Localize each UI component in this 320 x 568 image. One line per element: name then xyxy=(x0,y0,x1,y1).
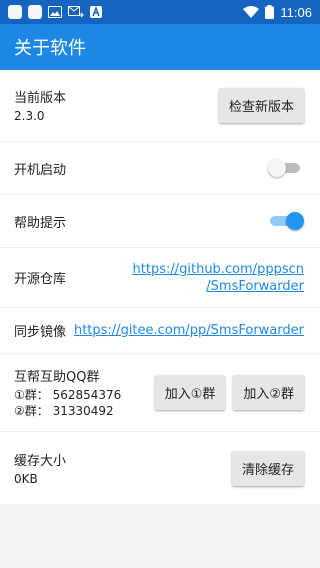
autostart-switch[interactable] xyxy=(268,158,304,178)
check-update-button[interactable]: 检查新版本 xyxy=(218,88,304,123)
help-tips-switch[interactable] xyxy=(268,211,304,231)
text-icon xyxy=(90,6,102,18)
clock: 11:06 xyxy=(280,4,312,20)
qq-buttons: 加入①群 加入②群 xyxy=(154,375,304,410)
autostart-label: 开机启动 xyxy=(14,162,67,178)
switch-thumb xyxy=(268,159,286,177)
join-group1-button[interactable]: 加入①群 xyxy=(154,375,226,410)
app-bar: 关于软件 xyxy=(0,24,320,70)
github-link-line1: https://github.com/pppscn xyxy=(132,261,304,277)
email-icon xyxy=(68,6,84,18)
github-link-line2: /SmsForwarder xyxy=(206,278,304,294)
version-value: 2.3.0 xyxy=(14,109,45,123)
settings-list: 当前版本 2.3.0 检查新版本 开机启动 帮助提示 开源仓库 https://… xyxy=(0,70,320,504)
app-icon xyxy=(28,5,42,19)
mirror-row: 同步镜像 https://gitee.com/pp/SmsForwarder xyxy=(0,308,320,354)
autostart-row: 开机启动 xyxy=(0,142,320,195)
join-group2-button[interactable]: 加入②群 xyxy=(233,375,304,410)
qq-group1-number: ①群： 562854376 xyxy=(14,388,122,402)
cache-label: 缓存大小 xyxy=(14,453,67,469)
qq-group-label: 互帮互助QQ群 xyxy=(14,370,100,385)
battery-icon xyxy=(265,5,275,19)
switch-thumb xyxy=(286,212,304,230)
repo-label: 开源仓库 xyxy=(14,272,67,287)
cache-row: 缓存大小 0KB 清除缓存 xyxy=(0,432,320,504)
repo-row: 开源仓库 https://github.com/pppscn /SmsForwa… xyxy=(0,248,320,308)
image-icon xyxy=(48,6,62,18)
cache-value: 0KB xyxy=(14,471,38,486)
status-bar: 11:06 xyxy=(0,0,320,24)
app-icon xyxy=(8,5,22,19)
clear-cache-button[interactable]: 清除缓存 xyxy=(231,450,304,486)
page-title: 关于软件 xyxy=(14,38,86,59)
mirror-label: 同步镜像 xyxy=(14,325,67,340)
help-tips-row: 帮助提示 xyxy=(0,195,320,248)
github-link[interactable]: https://github.com/pppscn /SmsForwarder xyxy=(133,261,304,295)
qq-group-row: 互帮互助QQ群 ①群： 562854376 ②群： 31330492 加入①群 … xyxy=(0,354,320,432)
version-row: 当前版本 2.3.0 检查新版本 xyxy=(0,70,320,142)
help-tips-label: 帮助提示 xyxy=(14,215,67,231)
qq-group2-number: ②群： 31330492 xyxy=(14,404,114,418)
wifi-icon xyxy=(243,6,260,18)
version-label: 当前版本 xyxy=(14,91,67,106)
gitee-link[interactable]: https://gitee.com/pp/SmsForwarder xyxy=(74,322,304,339)
